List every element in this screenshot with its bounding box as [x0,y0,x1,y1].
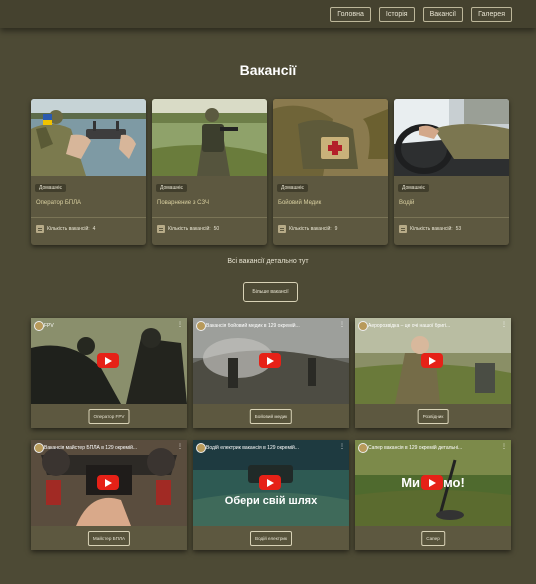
video-title[interactable]: Аеророзвідка – це очі нашої бригі... [368,323,493,329]
vacancy-cards: Домашніє Оператор БПЛА Кількість вакансі… [31,99,511,245]
page-title: Вакансії [239,62,297,78]
vacancy-card-driver[interactable]: Домашніє Водій Кількість вакансій: 53 [394,99,509,245]
video-title[interactable]: Сапер вакансія в 129 окремій детальні... [368,445,493,451]
count-label: Кількість вакансій: [47,226,90,232]
divider [152,217,267,218]
document-icon [399,225,407,233]
video-title[interactable]: Вакансія бойовий медик в 129 окремій... [206,323,331,329]
play-icon[interactable] [259,475,281,490]
play-icon[interactable] [421,353,443,368]
driver-image [394,99,509,176]
video-grid: FPV ⋮ Оператор FPV Вакансія бойовий меди… [31,318,511,550]
more-vacancies-button[interactable]: Більше вакансії [243,282,298,302]
count-value: 9 [334,226,338,232]
nav-gallery[interactable]: Галерея [471,7,512,22]
category-badge: Домашніє [398,184,429,192]
video-button[interactable]: Оператор FPV [88,409,130,424]
video-card-drone-master: Вакансія майстер БПЛА в 129 окремій... ⋮… [31,440,187,550]
channel-logo [196,321,206,331]
more-vertical-icon[interactable]: ⋮ [339,321,345,328]
all-vacancies-text: Всі вакансії детально тут [227,258,309,265]
video-button[interactable]: Майстер БПЛА [87,531,131,546]
play-icon[interactable] [259,353,281,368]
more-vertical-icon[interactable]: ⋮ [177,443,183,450]
category-badge: Домашніє [277,184,308,192]
combat-medic-image [273,99,388,176]
drone-operator-image [31,99,146,176]
category-badge: Домашніє [35,184,66,192]
document-icon [36,225,44,233]
vacancy-count: Кількість вакансій: 9 [278,225,337,233]
count-label: Кількість вакансій: [289,226,332,232]
play-icon[interactable] [97,475,119,490]
vacancy-title[interactable]: Бойовий Медик [278,200,321,206]
video-thumbnail[interactable]: Водій електрик вакансія в 129 окремій...… [193,440,349,526]
video-thumbnail[interactable]: Вакансія майстер БПЛА в 129 окремій... ⋮ [31,440,187,526]
video-title[interactable]: FPV [44,323,169,329]
video-button[interactable]: Бойовий медик [249,409,293,424]
video-card-scout: Аеророзвідка – це очі нашої бригі... ⋮ Р… [355,318,511,428]
nav-vacancies[interactable]: Вакансії [422,7,464,22]
more-vertical-icon[interactable]: ⋮ [501,443,507,450]
play-icon[interactable] [97,353,119,368]
divider [31,217,146,218]
more-vertical-icon[interactable]: ⋮ [177,321,183,328]
video-button[interactable]: Розвідник [417,409,449,424]
video-card-fpv: FPV ⋮ Оператор FPV [31,318,187,428]
nav-history[interactable]: Історія [378,7,415,22]
vacancy-count: Кількість вакансій: 50 [157,225,219,233]
video-title[interactable]: Водій електрик вакансія в 129 окремій... [206,445,331,451]
more-vertical-icon[interactable]: ⋮ [501,321,507,328]
video-card-combat-medic: Вакансія бойовий медик в 129 окремій... … [193,318,349,428]
video-card-sapper: Сапер вакансія в 129 окремій детальні...… [355,440,511,550]
video-thumbnail[interactable]: FPV ⋮ [31,318,187,404]
divider [394,217,509,218]
vacancy-title[interactable]: Водій [399,200,414,206]
document-icon [157,225,165,233]
category-badge: Домашніє [156,184,187,192]
video-button[interactable]: Водій електрик [250,531,292,546]
channel-logo [358,443,368,453]
soldier-field-image [152,99,267,176]
main-nav: Головна Історія Вакансії Галерея [330,7,512,22]
video-title[interactable]: Вакансія майстер БПЛА в 129 окремій... [44,445,169,451]
count-label: Кількість вакансій: [168,226,211,232]
video-button[interactable]: Сапер [421,531,445,546]
vacancy-title[interactable]: Поварнение з СЗЧ [157,200,209,206]
count-value: 4 [92,226,96,232]
video-thumbnail[interactable]: Аеророзвідка – це очі нашої бригі... ⋮ [355,318,511,404]
channel-logo [34,321,44,331]
divider [273,217,388,218]
video-thumbnail[interactable]: Вакансія бойовий медик в 129 окремій... … [193,318,349,404]
play-icon[interactable] [421,475,443,490]
vacancy-card-szch-return[interactable]: Домашніє Поварнение з СЗЧ Кількість вака… [152,99,267,245]
video-thumbnail[interactable]: Сапер вакансія в 129 окремій детальні...… [355,440,511,526]
video-card-driver-electrician: Водій електрик вакансія в 129 окремій...… [193,440,349,550]
vacancy-card-drone-operator[interactable]: Домашніє Оператор БПЛА Кількість вакансі… [31,99,146,245]
vacancy-count: Кількість вакансій: 4 [36,225,95,233]
document-icon [278,225,286,233]
vacancy-title[interactable]: Оператор БПЛА [36,200,81,206]
channel-logo [196,443,206,453]
top-navigation-bar: Головна Історія Вакансії Галерея [0,0,536,28]
video-overlay-text: Обери свій шлях [224,495,318,507]
vacancy-card-combat-medic[interactable]: Домашніє Бойовий Медик Кількість вакансі… [273,99,388,245]
channel-logo [34,443,44,453]
vacancy-count: Кількість вакансій: 53 [399,225,461,233]
nav-home[interactable]: Головна [330,7,371,22]
count-label: Кількість вакансій: [410,226,453,232]
count-value: 50 [213,226,220,232]
count-value: 53 [455,226,462,232]
channel-logo [358,321,368,331]
more-vertical-icon[interactable]: ⋮ [339,443,345,450]
